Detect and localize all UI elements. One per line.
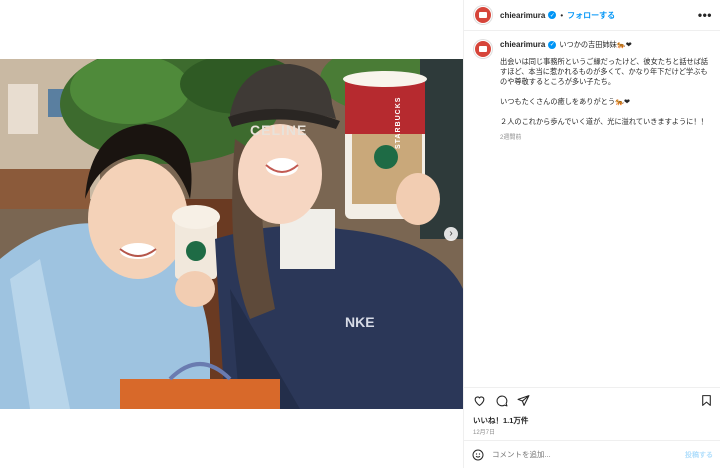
caption-row: chiearimura ✓ いつかの吉田姉妹🐅❤ 出会いは同じ事務所というご縁だ… [474, 40, 711, 143]
photo-illustration [0, 59, 463, 409]
more-options-icon[interactable]: ••• [698, 8, 712, 22]
caption-avatar[interactable] [474, 40, 492, 58]
header-username[interactable]: chiearimura [500, 11, 545, 20]
avatar-image-icon [479, 46, 487, 52]
likes-count[interactable]: いいね！1.1万件 [473, 415, 528, 426]
comment-input[interactable] [492, 450, 662, 459]
next-photo-button[interactable]: › [444, 227, 458, 241]
caption-paragraph: いつもたくさんの癒しをありがとう🐅❤ [500, 97, 630, 106]
smiley-icon[interactable] [472, 449, 484, 461]
avatar-image-icon [479, 12, 487, 18]
chevron-right-icon: › [449, 228, 453, 239]
comment-bar: 投稿する [464, 440, 720, 468]
caption-area: chiearimura ✓ いつかの吉田姉妹🐅❤ 出会いは同じ事務所というご縁だ… [464, 31, 720, 386]
post-comment-button[interactable]: 投稿する [685, 450, 713, 460]
caption-time: 2週間前 [500, 135, 522, 141]
cap-logo-text: CELINE [250, 122, 308, 138]
caption-paragraph: 出会いは同じ事務所というご縁だったけど、彼女たちと話せば話すほど、本当に惹かれる… [500, 57, 709, 86]
post-details-pane: chiearimura ✓ • フォローする ••• chiearimura ✓… [463, 0, 720, 468]
cup-brand-text: STARBUCKS [395, 96, 402, 149]
caption-title: いつかの吉田姉妹🐅❤ [559, 40, 632, 49]
post-date[interactable]: 12月7日 [473, 427, 495, 436]
comment-icon[interactable] [494, 393, 508, 407]
caption-paragraph: ２人のこれから歩んでいく道が、光に溢れていきますように！！ [500, 117, 708, 126]
sweatshirt-text: NKE [345, 314, 375, 330]
follow-button[interactable]: フォローする [567, 10, 615, 21]
media-pane: CELINE STARBUCKS NKE › [0, 0, 463, 468]
caption-username[interactable]: chiearimura [500, 40, 545, 50]
share-icon[interactable] [516, 393, 530, 407]
action-bar [464, 387, 720, 412]
caption-body: chiearimura ✓ いつかの吉田姉妹🐅❤ 出会いは同じ事務所というご縁だ… [500, 40, 710, 143]
bookmark-icon[interactable] [699, 393, 713, 407]
post-header: chiearimura ✓ • フォローする ••• [464, 0, 720, 31]
avatar[interactable] [474, 6, 492, 24]
post-photo[interactable]: CELINE STARBUCKS NKE › [0, 59, 463, 409]
verified-badge-icon: ✓ [548, 11, 557, 19]
separator-dot: • [560, 10, 564, 20]
heart-icon[interactable] [472, 393, 486, 407]
caption-head: chiearimura ✓ いつかの吉田姉妹🐅❤ [500, 40, 710, 50]
verified-badge-icon: ✓ [548, 41, 557, 49]
